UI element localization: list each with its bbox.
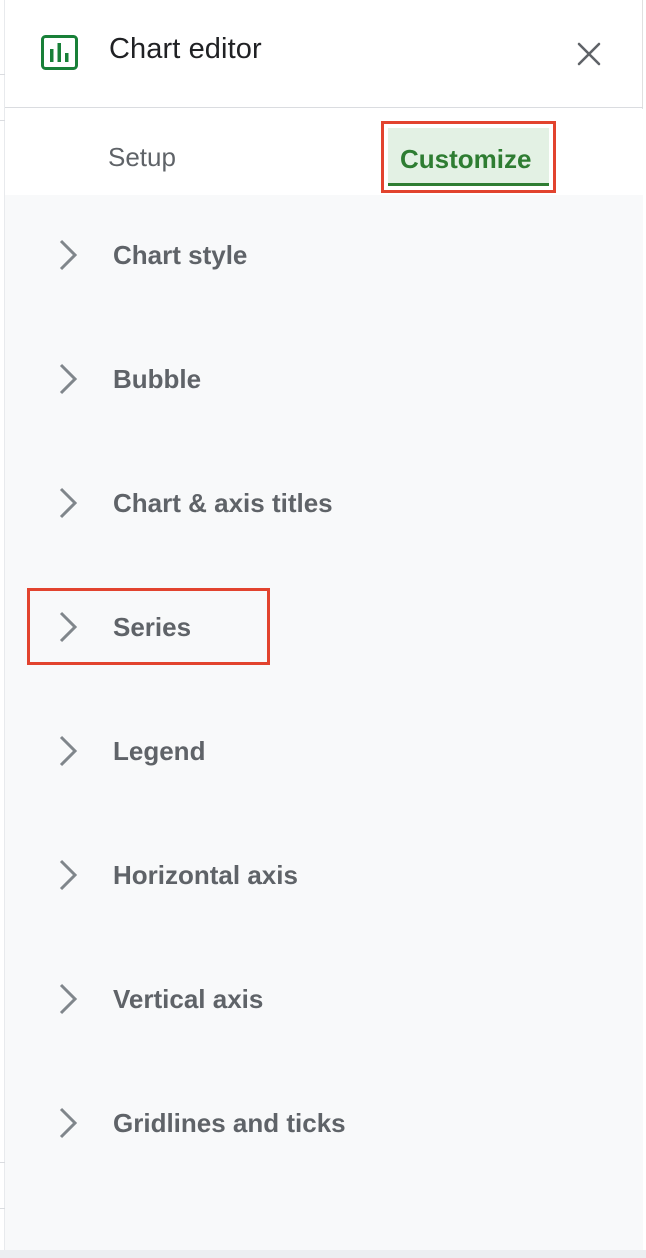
tab-customize[interactable]: Customize: [381, 121, 556, 193]
screenshot-frame: Chart editor Setup Customize Chart style…: [0, 0, 646, 1258]
section-label: Series: [113, 612, 192, 642]
section-chart-style[interactable]: Chart style: [5, 195, 643, 315]
chart-editor-panel: Chart editor Setup Customize Chart style…: [5, 0, 643, 1250]
tab-setup[interactable]: Setup: [108, 142, 176, 173]
chevron-right-icon: [59, 487, 78, 519]
section-series[interactable]: Series: [5, 567, 643, 687]
section-label: Legend: [113, 736, 206, 766]
bar-chart-icon: [41, 35, 78, 70]
customize-sections-list: Chart style Bubble Chart & axis titles S…: [5, 195, 643, 1250]
editor-tabs: Setup Customize: [5, 109, 643, 195]
chevron-right-icon: [59, 983, 78, 1015]
chevron-right-icon: [59, 363, 78, 395]
section-label: Chart & axis titles: [113, 488, 333, 518]
section-horizontal-axis[interactable]: Horizontal axis: [5, 815, 643, 935]
section-label: Vertical axis: [113, 984, 264, 1014]
chevron-right-icon: [59, 239, 78, 271]
section-label: Bubble: [113, 364, 202, 394]
bottom-edge-strip: [0, 1250, 646, 1258]
chart-editor-header: Chart editor: [5, 0, 643, 108]
chevron-right-icon: [59, 1107, 78, 1139]
chevron-right-icon: [59, 859, 78, 891]
section-legend[interactable]: Legend: [5, 691, 643, 811]
tab-customize-label: Customize: [400, 144, 532, 174]
chevron-right-icon: [59, 735, 78, 767]
section-chart-axis-titles[interactable]: Chart & axis titles: [5, 443, 643, 563]
panel-title: Chart editor: [109, 33, 262, 65]
section-bubble[interactable]: Bubble: [5, 319, 643, 439]
section-gridlines-and-ticks[interactable]: Gridlines and ticks: [5, 1063, 643, 1183]
section-label: Gridlines and ticks: [113, 1108, 346, 1138]
section-label: Horizontal axis: [113, 860, 298, 890]
section-label: Chart style: [113, 240, 248, 270]
section-vertical-axis[interactable]: Vertical axis: [5, 939, 643, 1059]
tab-customize-selected-bg: Customize: [388, 128, 549, 186]
close-button[interactable]: [573, 38, 605, 70]
chevron-right-icon: [59, 611, 78, 643]
close-icon: [577, 42, 601, 66]
